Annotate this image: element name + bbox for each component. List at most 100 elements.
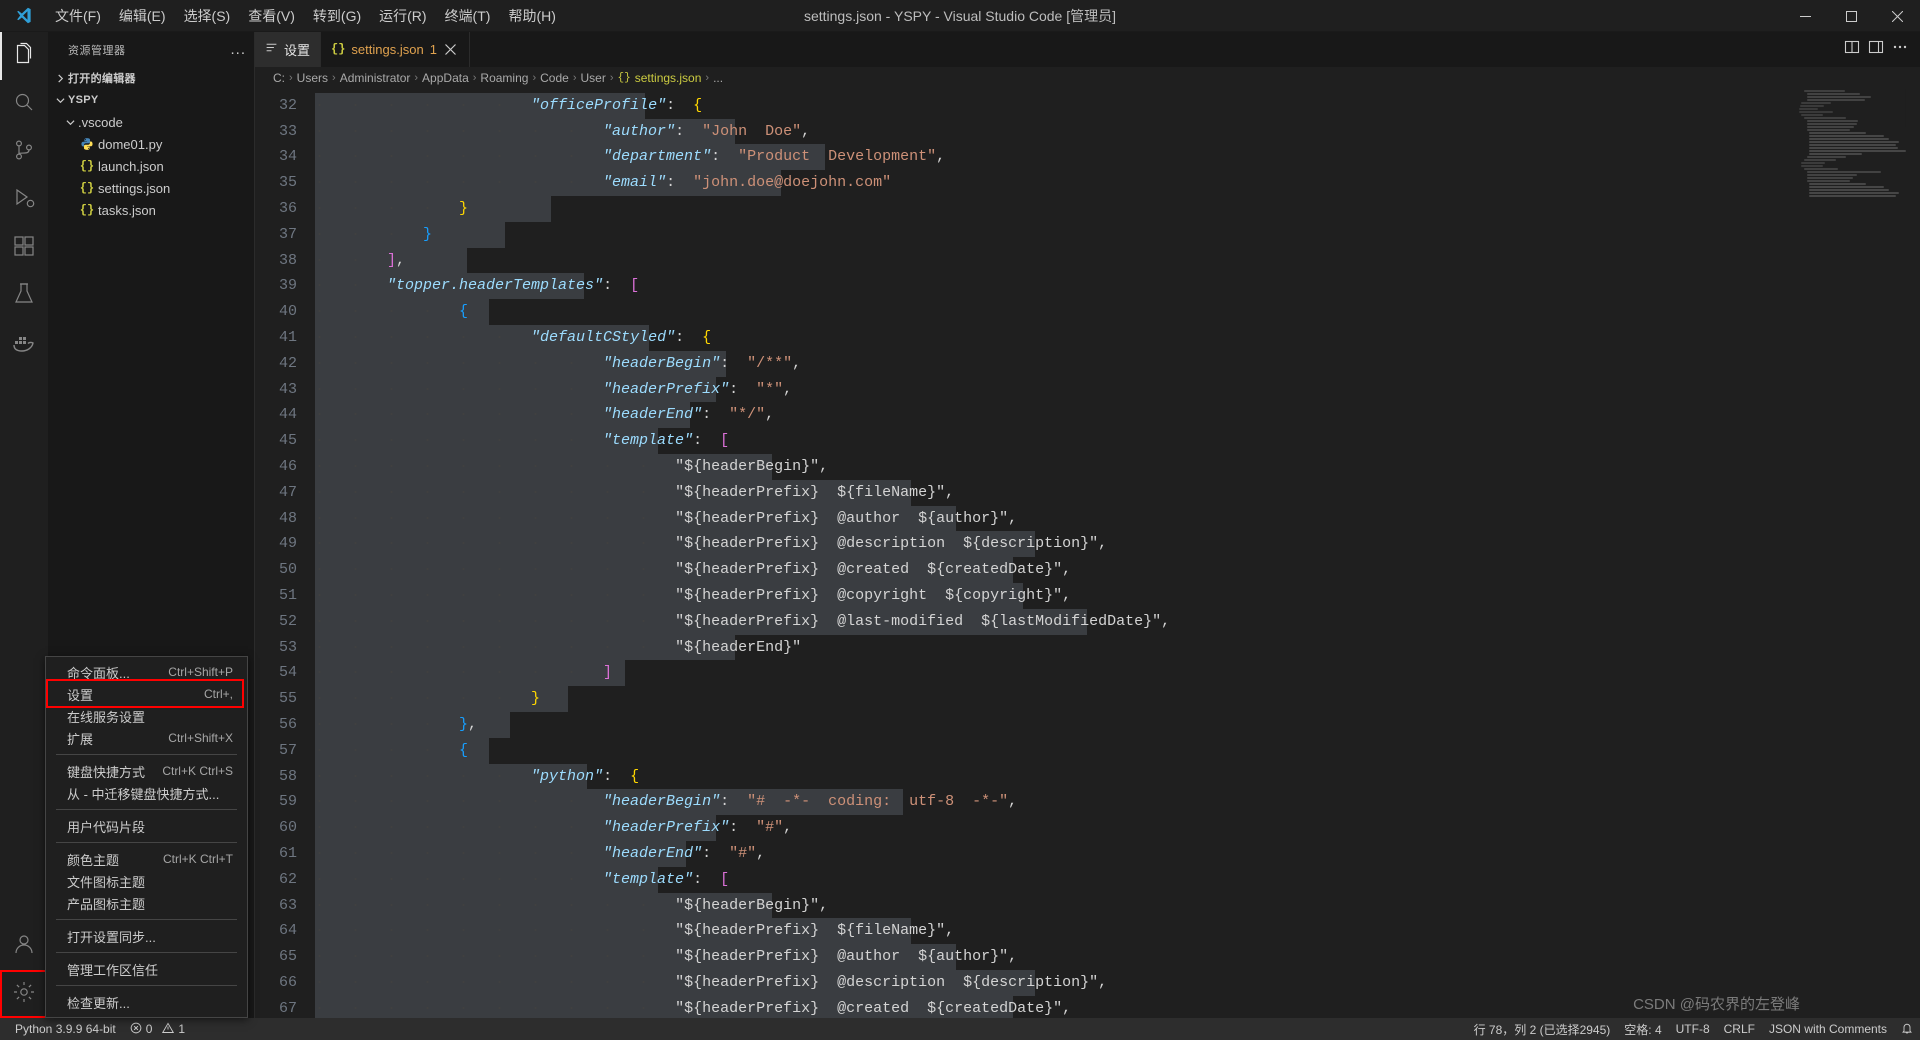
breadcrumb-item[interactable]: User: [580, 71, 605, 85]
code-line[interactable]: · · · · · · · · · · "${headerPrefix} ${f…: [315, 480, 1920, 506]
tab-settings[interactable]: 设置: [255, 32, 321, 67]
code-line[interactable]: · · · · · · · · · · "${headerBegin}",: [315, 893, 1920, 919]
activity-testing[interactable]: [0, 272, 48, 320]
menu-item-4[interactable]: 键盘快捷方式Ctrl+K Ctrl+S: [46, 760, 247, 782]
status-notifications[interactable]: [1894, 1018, 1920, 1040]
tree-item-vscode-folder[interactable]: .vscode: [48, 111, 254, 133]
menu-item-12[interactable]: 检查更新...: [46, 991, 247, 1013]
code-line[interactable]: · · · · · · · · "headerEnd": "*/",: [315, 402, 1920, 428]
code-line[interactable]: · · · · · · · · · · "${headerPrefix} @de…: [315, 531, 1920, 557]
minimap[interactable]: [1796, 89, 1906, 229]
menu-bar[interactable]: 文件(F) 编辑(E) 选择(S) 查看(V) 转到(G) 运行(R) 终端(T…: [46, 0, 565, 31]
code-line[interactable]: · · · · },: [315, 712, 1920, 738]
breadcrumb-item[interactable]: Users: [297, 71, 328, 85]
code-line[interactable]: · · · }: [315, 222, 1920, 248]
menu-item-3[interactable]: 扩展Ctrl+Shift+X: [46, 727, 247, 749]
activity-explorer[interactable]: [0, 32, 48, 80]
code-line[interactable]: · · · · }: [315, 196, 1920, 222]
status-problems[interactable]: 0 1: [123, 1018, 192, 1040]
code-line[interactable]: · · · · · · · · "headerPrefix": "*",: [315, 377, 1920, 403]
code-line[interactable]: · · "topper.headerTemplates": [: [315, 273, 1920, 299]
menu-selection[interactable]: 选择(S): [175, 2, 240, 30]
sidebar-section-open-editors[interactable]: 打开的编辑器: [48, 67, 254, 89]
code-line[interactable]: · · · · · · · · "headerPrefix": "#",: [315, 815, 1920, 841]
split-editor-icon[interactable]: [1844, 39, 1860, 60]
breadcrumb-item[interactable]: Roaming: [480, 71, 528, 85]
minimize-button[interactable]: [1782, 0, 1828, 32]
menu-view[interactable]: 查看(V): [239, 2, 304, 30]
layout-icon[interactable]: [1868, 39, 1884, 60]
menu-item-1[interactable]: 设置Ctrl+,: [46, 683, 247, 705]
menu-terminal[interactable]: 终端(T): [436, 2, 500, 30]
code-line[interactable]: · · · · · · "defaultCStyled": {: [315, 325, 1920, 351]
menu-run[interactable]: 运行(R): [370, 2, 435, 30]
activity-search[interactable]: [0, 80, 48, 128]
maximize-button[interactable]: [1828, 0, 1874, 32]
code-line[interactable]: · · · · · · · · "headerBegin": "# -*- co…: [315, 789, 1920, 815]
code-line[interactable]: · · · · {: [315, 299, 1920, 325]
code-line[interactable]: · · · · · · · · "author": "John Doe",: [315, 119, 1920, 145]
breadcrumb-item[interactable]: Administrator: [340, 71, 411, 85]
code-line[interactable]: · · · · · · "officeProfile": {: [315, 93, 1920, 119]
menu-item-11[interactable]: 管理工作区信任: [46, 958, 247, 980]
activity-accounts[interactable]: [0, 922, 48, 970]
breadcrumb-item[interactable]: Code: [540, 71, 569, 85]
code-line[interactable]: · · · · · · · · · · "${headerPrefix} @la…: [315, 609, 1920, 635]
code-line[interactable]: · · · · · · · · ]: [315, 660, 1920, 686]
breadcrumb-item-symbol[interactable]: ...: [713, 71, 723, 85]
sidebar-more-actions[interactable]: ...: [230, 41, 246, 58]
breadcrumb-item[interactable]: AppData: [422, 71, 469, 85]
sidebar-section-yspy[interactable]: YSPY: [48, 89, 254, 111]
breadcrumb-item[interactable]: C:: [273, 71, 285, 85]
close-button[interactable]: [1874, 0, 1920, 32]
code-line[interactable]: · · ],: [315, 248, 1920, 274]
code-line[interactable]: · · · · · · }: [315, 686, 1920, 712]
menu-item-5[interactable]: 从 - 中迁移键盘快捷方式...: [46, 782, 247, 804]
menu-help[interactable]: 帮助(H): [499, 2, 564, 30]
more-actions-icon[interactable]: [1892, 39, 1908, 60]
manage-context-menu[interactable]: 命令面板...Ctrl+Shift+P设置Ctrl+,在线服务设置扩展Ctrl+…: [45, 656, 248, 1018]
code-line[interactable]: · · · · · · · · "template": [: [315, 867, 1920, 893]
window-controls[interactable]: [1782, 0, 1920, 31]
code-text[interactable]: · · · · · · "officeProfile": {· · · · · …: [315, 89, 1920, 1018]
tree-item-settings-json[interactable]: {} settings.json: [48, 177, 254, 199]
tab-close-icon[interactable]: [443, 41, 459, 57]
menu-edit[interactable]: 编辑(E): [110, 2, 175, 30]
code-line[interactable]: · · · · · · · · "department": "Product D…: [315, 144, 1920, 170]
status-language-mode[interactable]: JSON with Comments: [1762, 1018, 1894, 1040]
code-line[interactable]: · · · · · · · · · · "${headerEnd}": [315, 635, 1920, 661]
code-line[interactable]: · · · · · · · · · · "${headerBegin}",: [315, 454, 1920, 480]
tree-item-tasks-json[interactable]: {} tasks.json: [48, 199, 254, 221]
code-line[interactable]: · · · · · · · · · · "${headerPrefix} @au…: [315, 506, 1920, 532]
menu-item-10[interactable]: 打开设置同步...: [46, 925, 247, 947]
code-line[interactable]: · · · · {: [315, 738, 1920, 764]
code-line[interactable]: · · · · · · · · · · "${headerPrefix} ${f…: [315, 918, 1920, 944]
breadcrumb[interactable]: C: › Users › Administrator › AppData › R…: [255, 67, 1920, 89]
status-cursor-position[interactable]: 行 78，列 2 (已选择2945): [1467, 1018, 1618, 1040]
editor-scrollbar[interactable]: [1906, 89, 1920, 1018]
tree-item-launch-json[interactable]: {} launch.json: [48, 155, 254, 177]
tab-settings-json[interactable]: {} settings.json 1: [321, 32, 470, 67]
menu-go[interactable]: 转到(G): [304, 2, 370, 30]
code-line[interactable]: · · · · · · · · · · "${headerPrefix} @co…: [315, 583, 1920, 609]
code-line[interactable]: · · · · · · · · · · "${headerPrefix} @de…: [315, 970, 1920, 996]
status-encoding[interactable]: UTF-8: [1669, 1018, 1717, 1040]
tree-item-dome01-py[interactable]: dome01.py: [48, 133, 254, 155]
status-eol[interactable]: CRLF: [1717, 1018, 1762, 1040]
menu-item-0[interactable]: 命令面板...Ctrl+Shift+P: [46, 661, 247, 683]
status-python-version[interactable]: Python 3.9.9 64-bit: [8, 1018, 123, 1040]
menu-file[interactable]: 文件(F): [46, 2, 110, 30]
activity-extensions[interactable]: [0, 224, 48, 272]
code-line[interactable]: · · · · · · "python": {: [315, 764, 1920, 790]
menu-item-8[interactable]: 文件图标主题: [46, 870, 247, 892]
activity-docker[interactable]: [0, 320, 48, 368]
code-line[interactable]: · · · · · · · · · · "${headerPrefix} @cr…: [315, 557, 1920, 583]
code-line[interactable]: · · · · · · · · · · "${headerPrefix} @au…: [315, 944, 1920, 970]
menu-item-2[interactable]: 在线服务设置: [46, 705, 247, 727]
editor-content[interactable]: 3233343536373839404142434445464748495051…: [255, 89, 1920, 1018]
activity-source-control[interactable]: [0, 128, 48, 176]
editor-actions[interactable]: [1832, 32, 1920, 67]
code-line[interactable]: · · · · · · · · "email": "john.doe@doejo…: [315, 170, 1920, 196]
code-line[interactable]: · · · · · · · · "headerBegin": "/**",: [315, 351, 1920, 377]
menu-item-7[interactable]: 颜色主题Ctrl+K Ctrl+T: [46, 848, 247, 870]
